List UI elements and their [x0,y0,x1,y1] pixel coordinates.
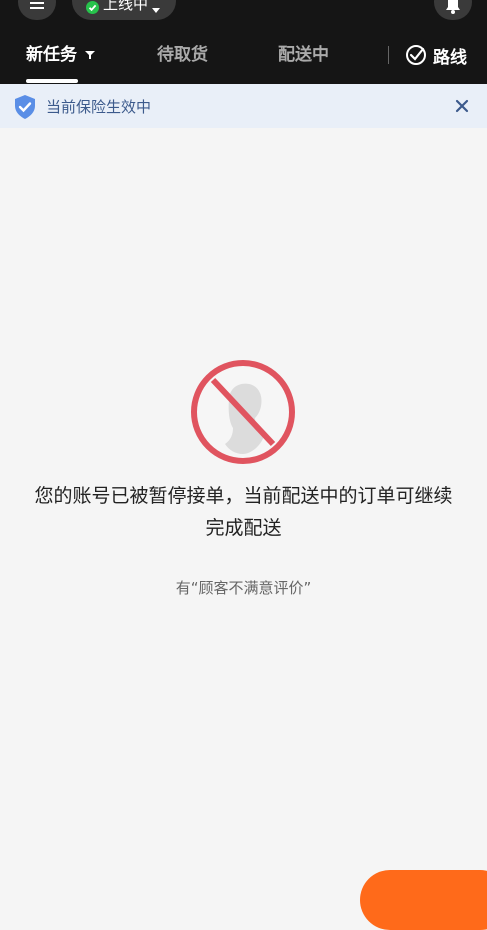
notification-button[interactable] [434,0,472,20]
suspension-message: 您的账号已被暂停接单，当前配送中的订单可继续 完成配送 [34,485,453,539]
insurance-banner: 当前保险生效中 [0,84,487,128]
bell-icon [446,0,460,14]
suspension-reason: 有“顾客不满意评价” [175,579,312,597]
menu-button[interactable] [18,0,56,20]
filter-icon [84,51,95,59]
tab-new-tasks[interactable]: 新任务 [26,40,95,70]
route-icon [406,45,426,65]
tab-awaiting-pickup[interactable]: 待取货 [157,40,208,70]
check-icon [86,1,99,14]
status-label: 上线中 [103,0,149,13]
menu-icon [30,2,44,9]
tab-divider [388,46,389,64]
caret-down-icon [152,8,161,13]
active-tab-indicator [26,79,78,83]
no-person-icon [191,360,295,464]
online-status-toggle[interactable]: 上线中 [72,0,176,20]
route-button[interactable]: 路线 [405,40,467,70]
floating-action-button[interactable] [360,870,487,930]
shield-check-icon [15,95,35,119]
insurance-status-text: 当前保险生效中 [46,98,152,116]
top-bar: 上线中 新任务 待取货 配送中 路线 [0,0,487,84]
route-label: 路线 [433,47,467,68]
tab-delivering[interactable]: 配送中 [278,40,329,70]
close-icon[interactable] [452,96,472,116]
